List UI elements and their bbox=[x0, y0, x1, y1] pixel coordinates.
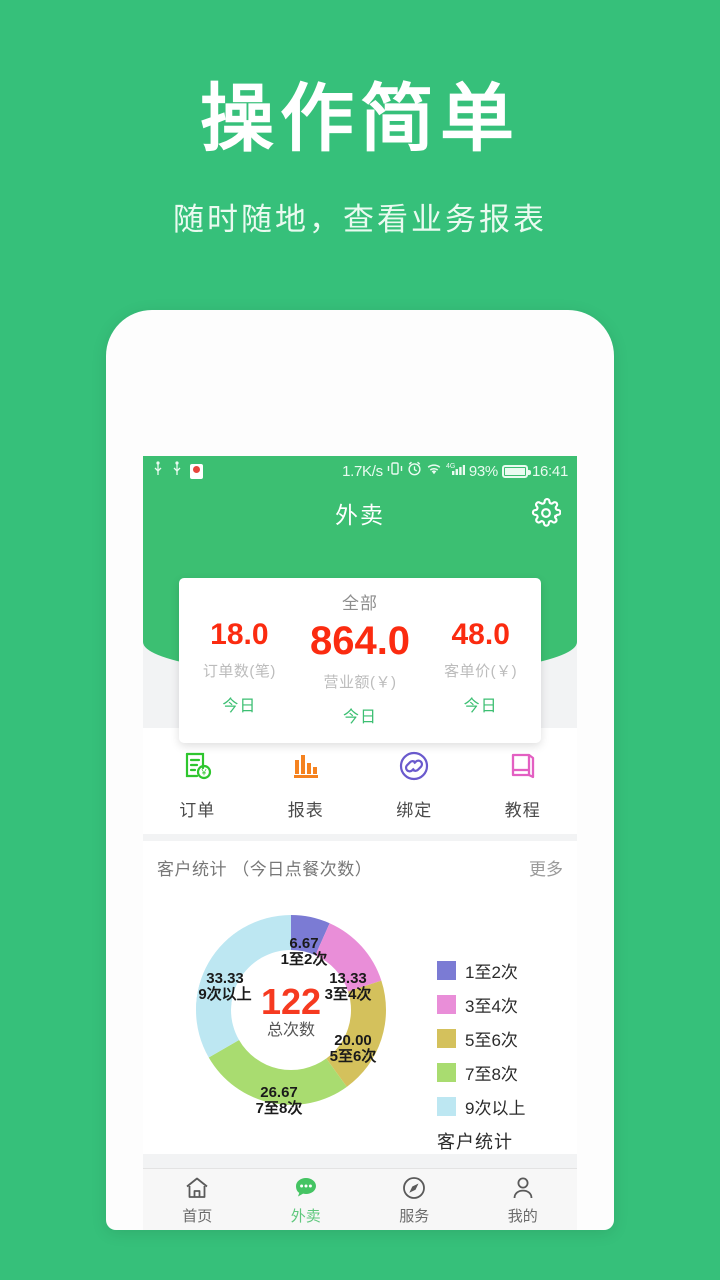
battery-percent: 93% bbox=[468, 462, 498, 480]
legend-swatch bbox=[437, 995, 456, 1014]
quick-actions: ￥ 订单 报表 绑定 教程 bbox=[143, 728, 577, 834]
donut-label-name: 1至2次 bbox=[281, 950, 328, 968]
usb-icon bbox=[152, 460, 164, 482]
tab-service[interactable]: 服务 bbox=[360, 1169, 469, 1230]
page-title: 外卖 bbox=[335, 502, 385, 528]
phone-mockup: 1.7K/s 4G 93% 16:41 外卖 全部 18.0 订单数(笔) 今日… bbox=[106, 310, 614, 1230]
donut-center-value: 122 bbox=[261, 981, 321, 1022]
quick-action-bind[interactable]: 绑定 bbox=[360, 745, 469, 821]
donut-label-value: 13.33 bbox=[329, 970, 367, 987]
donut-label-value: 6.67 bbox=[289, 935, 318, 952]
svg-text:￥: ￥ bbox=[200, 768, 208, 777]
order-clipboard-icon: ￥ bbox=[143, 745, 252, 787]
donut-label-name: 9次以上 bbox=[198, 985, 251, 1003]
svg-text:4G: 4G bbox=[446, 463, 455, 470]
usb-icon bbox=[171, 460, 183, 482]
chat-bubble-icon bbox=[293, 1174, 319, 1202]
vibrate-icon bbox=[387, 461, 403, 481]
bottom-navigation: 首页 外卖 服务 我的 bbox=[143, 1168, 577, 1230]
legend-item[interactable]: 9次以上 bbox=[437, 1094, 563, 1119]
gear-icon[interactable] bbox=[531, 498, 562, 528]
stat-revenue[interactable]: 864.0 营业额(￥) 今日 bbox=[300, 618, 421, 727]
legend-swatch bbox=[437, 1097, 456, 1116]
legend-item[interactable]: 3至4次 bbox=[437, 992, 563, 1017]
legend-label: 9次以上 bbox=[465, 1099, 526, 1118]
quick-action-tutorial[interactable]: 教程 bbox=[469, 745, 578, 821]
donut-label-value: 33.33 bbox=[206, 970, 244, 987]
legend-label: 3至4次 bbox=[465, 997, 518, 1016]
tab-takeout[interactable]: 外卖 bbox=[252, 1169, 361, 1230]
promo-title: 操作简单 bbox=[200, 77, 520, 160]
promo-header: 操作简单 随时随地，查看业务报表 bbox=[0, 0, 720, 239]
quick-action-label: 报表 bbox=[287, 801, 324, 820]
section-header: 客户统计 （今日点餐次数） 更多 bbox=[157, 855, 563, 880]
bar-chart-icon bbox=[252, 745, 361, 787]
legend-label: 1至2次 bbox=[465, 963, 518, 982]
donut-label-name: 5至6次 bbox=[330, 1047, 377, 1065]
home-icon bbox=[184, 1174, 210, 1202]
tab-label: 我的 bbox=[507, 1207, 538, 1225]
network-speed: 1.7K/s bbox=[342, 462, 383, 480]
stats-card: 全部 18.0 订单数(笔) 今日 864.0 营业额(￥) 今日 48.0 客… bbox=[179, 578, 541, 743]
app-bar: 外卖 bbox=[143, 486, 577, 540]
legend-swatch bbox=[437, 961, 456, 980]
wifi-icon bbox=[426, 462, 442, 481]
stat-label: 客单价(￥) bbox=[444, 662, 518, 680]
legend-item[interactable]: 5至6次 bbox=[437, 1026, 563, 1051]
tab-home[interactable]: 首页 bbox=[143, 1169, 252, 1230]
donut-label-value: 26.67 bbox=[260, 1084, 298, 1101]
quick-action-label: 教程 bbox=[504, 801, 541, 820]
donut-label-name: 3至4次 bbox=[325, 985, 372, 1003]
link-chain-icon bbox=[360, 745, 469, 787]
stat-period[interactable]: 今日 bbox=[179, 692, 300, 716]
stat-period[interactable]: 今日 bbox=[300, 703, 421, 727]
compass-icon bbox=[401, 1174, 427, 1202]
section-title: 客户统计 （今日点餐次数） bbox=[157, 860, 373, 879]
phone-screen: 1.7K/s 4G 93% 16:41 外卖 全部 18.0 订单数(笔) 今日… bbox=[143, 456, 577, 1230]
legend-item[interactable]: 7至8次 bbox=[437, 1060, 563, 1085]
book-icon bbox=[469, 745, 578, 787]
chart-area: 122 总次数 6.67 1至2次 13.33 3至4次 20.00 5至6次 … bbox=[157, 880, 563, 1154]
tab-label: 服务 bbox=[399, 1207, 430, 1225]
donut-chart[interactable]: 122 总次数 6.67 1至2次 13.33 3至4次 20.00 5至6次 … bbox=[151, 886, 431, 1134]
alarm-icon bbox=[407, 461, 422, 481]
quick-action-orders[interactable]: ￥ 订单 bbox=[143, 745, 252, 821]
donut-center-label: 总次数 bbox=[267, 1021, 315, 1039]
battery-charging-icon bbox=[501, 464, 531, 478]
stat-value: 18.0 bbox=[210, 618, 269, 651]
quick-action-label: 订单 bbox=[179, 801, 216, 820]
more-link[interactable]: 更多 bbox=[529, 855, 563, 880]
status-bar: 1.7K/s 4G 93% 16:41 bbox=[143, 456, 577, 486]
customer-stats-section: 客户统计 （今日点餐次数） 更多 122 总次数 6.67 1至2次 13.33… bbox=[143, 841, 577, 1154]
promo-subtitle: 随时随地，查看业务报表 bbox=[173, 202, 547, 237]
stat-period[interactable]: 今日 bbox=[420, 692, 541, 716]
tab-mine[interactable]: 我的 bbox=[469, 1169, 578, 1230]
status-clock: 16:41 bbox=[531, 462, 568, 480]
tab-label: 首页 bbox=[182, 1207, 213, 1225]
legend-label: 5至6次 bbox=[465, 1031, 518, 1050]
stat-value: 864.0 bbox=[309, 619, 411, 663]
chart-legend: 1至2次 3至4次 5至6次 7至8次 9次以上 客户统计 bbox=[431, 886, 563, 1154]
stats-card-header: 全部 bbox=[342, 594, 378, 613]
stats-row: 18.0 订单数(笔) 今日 864.0 营业额(￥) 今日 48.0 客单价(… bbox=[179, 618, 541, 727]
legend-item[interactable]: 1至2次 bbox=[437, 958, 563, 983]
stat-value: 48.0 bbox=[451, 618, 510, 651]
quick-action-label: 绑定 bbox=[396, 801, 433, 820]
legend-swatch bbox=[437, 1063, 456, 1082]
legend-label: 7至8次 bbox=[465, 1065, 518, 1084]
stat-label: 营业额(￥) bbox=[323, 674, 397, 691]
donut-label-name: 7至8次 bbox=[256, 1099, 303, 1117]
stat-label: 订单数(笔) bbox=[202, 662, 276, 680]
signal-bars-icon: 4G bbox=[446, 462, 465, 481]
stat-avg-order[interactable]: 48.0 客单价(￥) 今日 bbox=[420, 618, 541, 727]
tab-label: 外卖 bbox=[290, 1207, 321, 1225]
quick-action-reports[interactable]: 报表 bbox=[252, 745, 361, 821]
legend-swatch bbox=[437, 1029, 456, 1048]
location-pin-icon bbox=[190, 463, 203, 479]
donut-label-value: 20.00 bbox=[334, 1032, 372, 1049]
chart-title: 客户统计 bbox=[437, 1132, 513, 1152]
person-icon bbox=[510, 1174, 536, 1202]
stat-orders[interactable]: 18.0 订单数(笔) 今日 bbox=[179, 618, 300, 727]
